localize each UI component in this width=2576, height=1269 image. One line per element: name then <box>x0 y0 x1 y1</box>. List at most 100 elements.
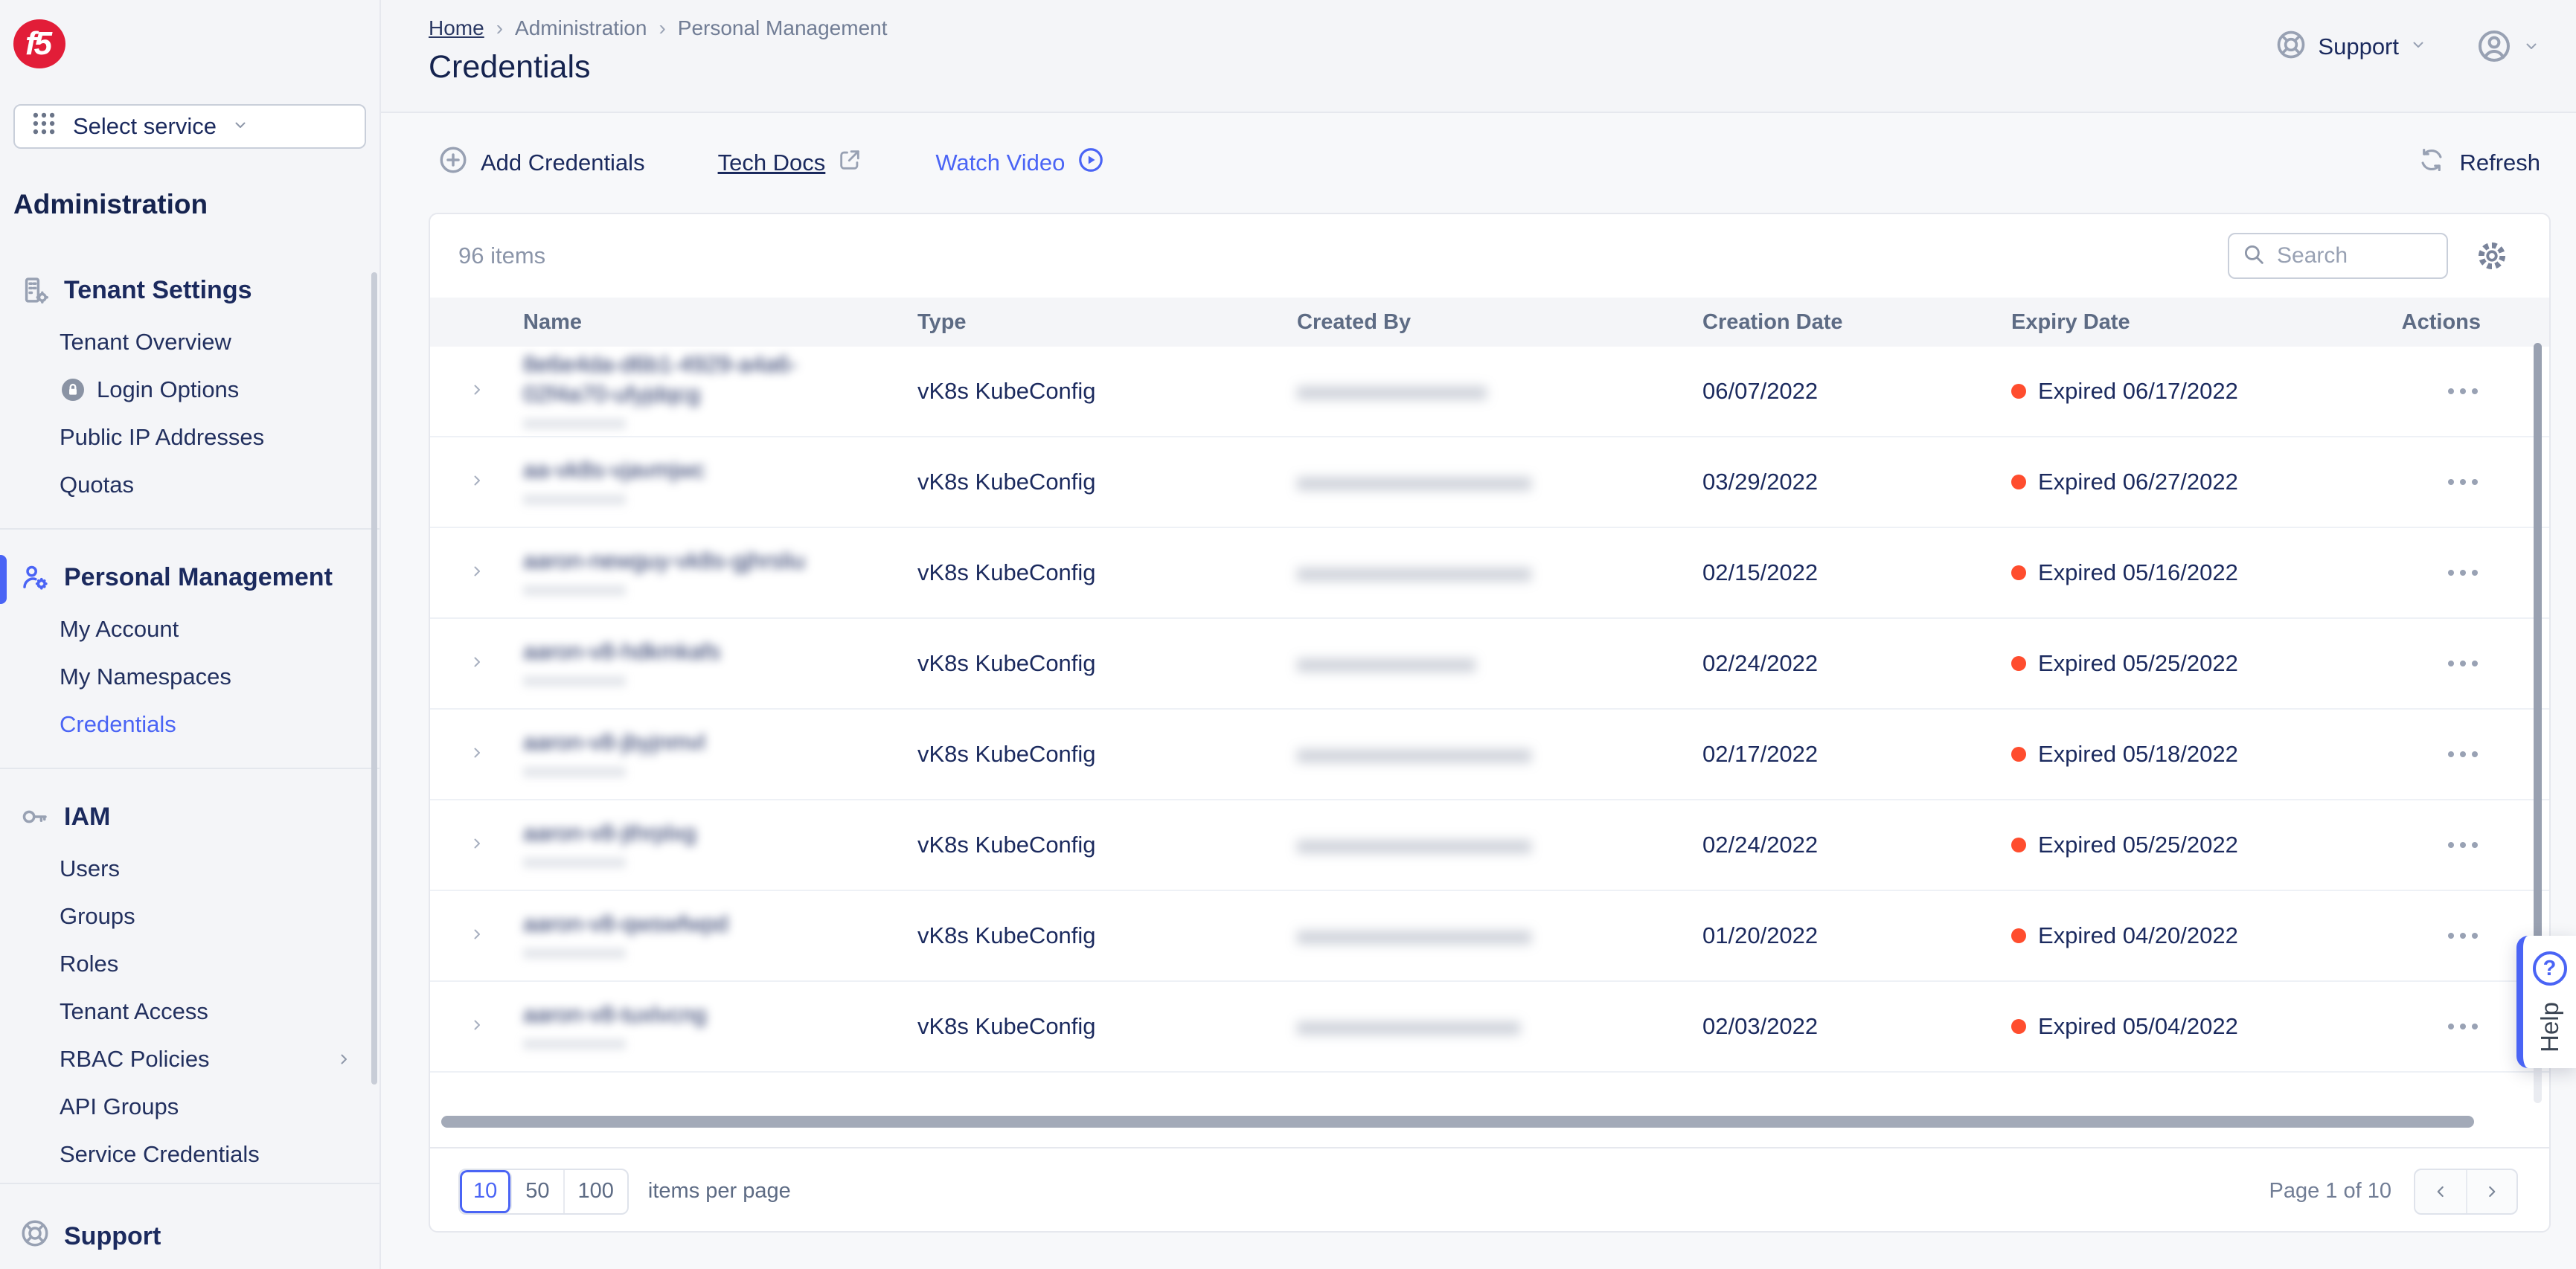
expiry-text: Expired 04/20/2022 <box>2038 922 2238 949</box>
sidebar-item-my-account[interactable]: My Account <box>0 605 379 653</box>
add-credentials-button[interactable]: Add Credentials <box>438 144 645 181</box>
breadcrumb-item-administration: Administration <box>515 16 647 40</box>
row-expand-icon[interactable] <box>468 650 486 677</box>
sidebar-item-groups[interactable]: Groups <box>0 893 379 940</box>
cell-name-subtext-redacted: xxxxxxxxxxxx <box>523 489 917 509</box>
table-row[interactable]: aaron-v8-jbyjnmvlxxxxxxxxxxxx vK8s KubeC… <box>430 710 2549 800</box>
row-actions-menu[interactable] <box>2368 842 2549 848</box>
cell-creation-date: 03/29/2022 <box>1702 469 2011 495</box>
sidebar-item-roles[interactable]: Roles <box>0 940 379 988</box>
row-actions-menu[interactable] <box>2368 479 2549 485</box>
sidebar-scrollbar[interactable] <box>371 272 377 1085</box>
plus-circle-icon <box>438 144 469 181</box>
page-size-50[interactable]: 50 <box>512 1170 564 1213</box>
col-created-by[interactable]: Created By <box>1297 310 1702 335</box>
table-row[interactable]: aaron-newguy-vk8s-gjhrsliuxxxxxxxxxxxx v… <box>430 528 2549 619</box>
sidebar-item-users[interactable]: Users <box>0 845 379 893</box>
row-expand-icon[interactable] <box>468 1013 486 1040</box>
sidebar-item-credentials[interactable]: Credentials <box>0 701 379 748</box>
sidebar-item-api-groups[interactable]: API Groups <box>0 1083 379 1131</box>
col-type[interactable]: Type <box>917 310 1297 335</box>
cell-name-subtext-redacted: xxxxxxxxxxxx <box>523 761 917 781</box>
row-expand-icon[interactable] <box>468 378 486 405</box>
main-area: Home›Administration›Personal Management … <box>381 0 2576 1269</box>
expiry-text: Expired 05/25/2022 <box>2038 650 2238 677</box>
table-row[interactable]: 8e6e4da-d6b1-4929-a4a6-02f4a70-ufyjdqcgx… <box>430 347 2549 437</box>
sidebar-item-quotas[interactable]: Quotas <box>0 461 379 509</box>
user-menu-button[interactable] <box>2476 28 2540 68</box>
cell-type: vK8s KubeConfig <box>917 469 1297 495</box>
watch-video-link[interactable]: Watch Video <box>935 146 1105 180</box>
page-nav <box>2414 1169 2518 1215</box>
toolbar: Add Credentials Tech Docs Watch Video Re… <box>381 113 2576 213</box>
tech-docs-link[interactable]: Tech Docs <box>718 147 863 179</box>
table-row[interactable]: aaron-v8-tuxlvcngxxxxxxxxxxxx vK8s KubeC… <box>430 982 2549 1073</box>
sidebar-section-personal-management[interactable]: Personal Management <box>0 549 379 605</box>
cell-name-subtext-redacted: xxxxxxxxxxxx <box>523 852 917 872</box>
cell-expiry: Expired 05/25/2022 <box>2011 832 2368 858</box>
divider <box>0 528 379 530</box>
next-page-button[interactable] <box>2466 1170 2516 1213</box>
row-expand-icon[interactable] <box>468 469 486 495</box>
row-expand-icon[interactable] <box>468 922 486 949</box>
row-actions-menu[interactable] <box>2368 388 2549 394</box>
sidebar-item-tenant-access[interactable]: Tenant Access <box>0 988 379 1035</box>
refresh-button[interactable]: Refresh <box>2418 146 2540 180</box>
search-input[interactable] <box>2277 243 2435 269</box>
table-row[interactable]: aa-vk8s-vjavmjwcxxxxxxxxxxxx vK8s KubeCo… <box>430 437 2549 528</box>
row-actions-menu[interactable] <box>2368 661 2549 666</box>
sidebar-section-iam[interactable]: IAM <box>0 788 379 845</box>
search-box[interactable] <box>2228 233 2448 279</box>
cell-name-redacted: aaron-v8-jthrplxg <box>523 818 917 848</box>
col-name[interactable]: Name <box>523 310 917 335</box>
row-actions-menu[interactable] <box>2368 570 2549 576</box>
select-service-dropdown[interactable]: Select service <box>13 104 366 150</box>
sidebar-item-public-ip-addresses[interactable]: Public IP Addresses <box>0 414 379 461</box>
col-creation-date[interactable]: Creation Date <box>1702 310 2011 335</box>
help-tab[interactable]: ? Help <box>2516 936 2576 1068</box>
cell-creation-date: 01/20/2022 <box>1702 922 2011 949</box>
watch-video-label: Watch Video <box>935 150 1065 176</box>
table-row[interactable]: aaron-v8-qwswfwpdxxxxxxxxxxxx vK8s KubeC… <box>430 891 2549 982</box>
breadcrumb-item-home[interactable]: Home <box>429 16 484 40</box>
cell-name-subtext-redacted: xxxxxxxxxxxx <box>523 1033 917 1053</box>
sidebar-item-service-credentials[interactable]: Service Credentials <box>0 1131 379 1163</box>
table-row[interactable]: aaron-v8-jthrplxgxxxxxxxxxxxx vK8s KubeC… <box>430 800 2549 891</box>
expiry-text: Expired 05/25/2022 <box>2038 832 2238 858</box>
cell-creation-date: 02/17/2022 <box>1702 741 2011 768</box>
horizontal-scrollbar[interactable] <box>441 1116 2474 1128</box>
sidebar-item-support[interactable]: Support <box>0 1204 379 1269</box>
vertical-scrollbar-thumb[interactable] <box>2534 343 2542 962</box>
page-header: Home›Administration›Personal Management … <box>381 0 2576 113</box>
table-row[interactable]: aaron-v8-hdkmkafsxxxxxxxxxxxx vK8s KubeC… <box>430 619 2549 710</box>
row-actions-menu[interactable] <box>2368 751 2549 757</box>
cell-expiry: Expired 04/20/2022 <box>2011 922 2368 949</box>
sidebar-section-tenant-settings[interactable]: Tenant Settings <box>0 262 379 318</box>
cell-expiry: Expired 05/25/2022 <box>2011 650 2368 677</box>
sidebar-item-label: Tenant Overview <box>60 329 231 356</box>
search-icon <box>2241 242 2266 271</box>
table-settings-gear-icon[interactable] <box>2475 239 2509 273</box>
row-expand-icon[interactable] <box>468 832 486 858</box>
sidebar-item-my-namespaces[interactable]: My Namespaces <box>0 653 379 701</box>
cell-creation-date: 02/15/2022 <box>1702 559 2011 586</box>
cell-type: vK8s KubeConfig <box>917 922 1297 949</box>
sidebar-item-label: Users <box>60 855 120 882</box>
cell-type: vK8s KubeConfig <box>917 650 1297 677</box>
table-footer-spacer <box>430 1073 2549 1147</box>
sidebar-heading: Administration <box>13 189 379 220</box>
sidebar-item-tenant-overview[interactable]: Tenant Overview <box>0 318 379 366</box>
cell-creation-date: 06/07/2022 <box>1702 378 2011 405</box>
row-expand-icon[interactable] <box>468 559 486 586</box>
sidebar-item-login-options[interactable]: Login Options <box>0 366 379 414</box>
row-expand-icon[interactable] <box>468 741 486 768</box>
cell-expiry: Expired 05/16/2022 <box>2011 559 2368 586</box>
prev-page-button[interactable] <box>2415 1170 2466 1213</box>
col-expiry-date[interactable]: Expiry Date <box>2011 310 2368 335</box>
support-menu-button[interactable]: Support <box>2275 28 2427 65</box>
sidebar-item-rbac-policies[interactable]: RBAC Policies <box>0 1035 379 1083</box>
select-service-label: Select service <box>73 113 217 140</box>
expiry-text: Expired 05/16/2022 <box>2038 559 2238 586</box>
page-size-10[interactable]: 10 <box>460 1170 512 1213</box>
page-size-100[interactable]: 100 <box>565 1170 627 1213</box>
